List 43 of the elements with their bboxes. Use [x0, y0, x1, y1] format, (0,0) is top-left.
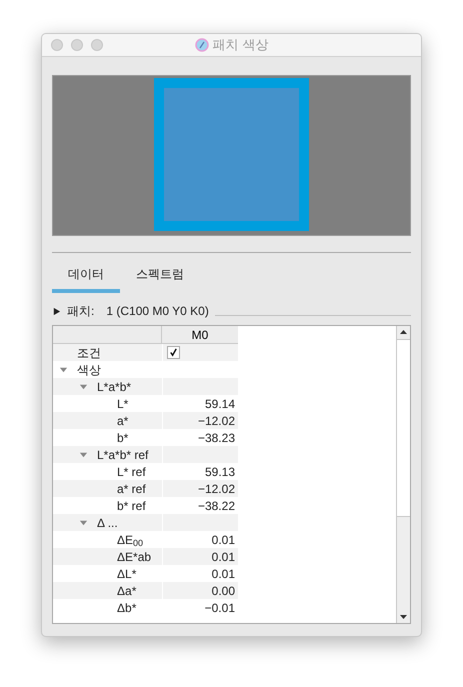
value-cell-text: −38.22 [198, 498, 235, 514]
checkbox[interactable] [167, 346, 180, 359]
row-label: b* [117, 430, 128, 446]
row-label: a* ref [117, 480, 146, 498]
patch-label: 패치: [67, 303, 94, 320]
expanded-triangle-icon[interactable] [79, 450, 88, 459]
value-cell-text: −0.01 [204, 600, 235, 616]
scrollbar[interactable] [396, 326, 410, 623]
collapsed-triangle-icon[interactable] [52, 306, 61, 316]
window-title: 패치 색상 [212, 36, 268, 54]
expanded-triangle-icon[interactable] [59, 365, 68, 374]
row-label: Δ ... [97, 514, 118, 532]
check-icon [169, 348, 178, 357]
app-icon [194, 38, 209, 52]
row-label: a* [117, 412, 128, 430]
row-label: L*a*b* ref [97, 446, 148, 464]
value-cell-text: 0.00 [212, 582, 235, 600]
tab[interactable]: 스펙트럼 [130, 265, 190, 293]
row-label: 조건 [77, 344, 101, 362]
value-cell-text: 0.01 [212, 532, 235, 548]
row-label: L*a*b* [97, 378, 132, 396]
row-label: ΔE$_{00}$ [117, 532, 144, 548]
row-label: ΔL* [117, 566, 136, 582]
row-label: Δa* [117, 582, 136, 600]
value-cell-text: 59.14 [204, 396, 235, 412]
value-cell-text: −12.02 [198, 412, 235, 430]
row-label: ΔE*ab [117, 548, 152, 566]
patch-value: 1 (C100 M0 Y0 K0) [106, 303, 209, 320]
expanded-triangle-icon[interactable] [79, 518, 88, 527]
expanded-triangle-icon[interactable] [79, 382, 88, 391]
row-label: Δb* [117, 600, 136, 616]
row-label: L* [117, 396, 128, 412]
value-cell-text: 0.01 [212, 566, 235, 582]
value-cell-text: −38.23 [198, 430, 235, 446]
scroll-thumb[interactable] [397, 339, 410, 517]
value-cell-text: −12.02 [198, 480, 235, 498]
tab[interactable]: 데이터 [52, 265, 120, 293]
row-label: b* ref [117, 498, 146, 514]
value-cell-text: 59.13 [204, 464, 235, 480]
value-cell-text: 0.01 [212, 548, 235, 566]
row-label: L* ref [117, 464, 146, 480]
column-header: M0 [162, 326, 238, 344]
row-label: 색상 [77, 362, 101, 378]
